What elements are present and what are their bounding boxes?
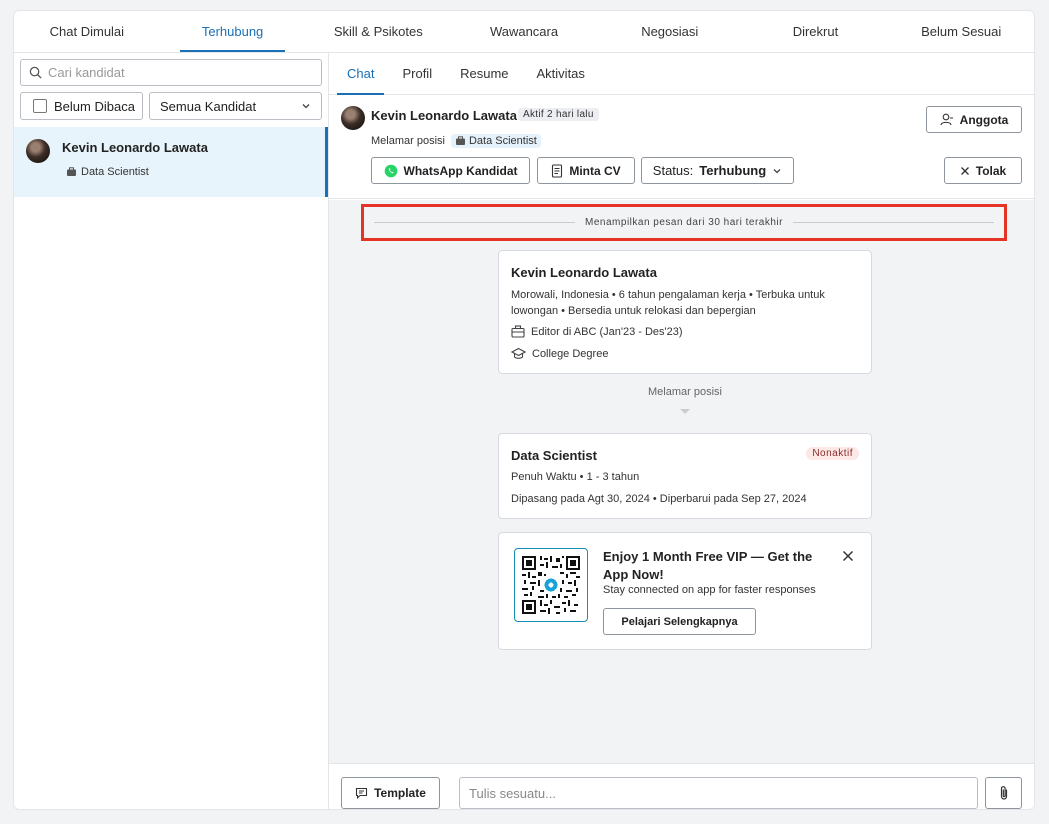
attach-button[interactable]: [985, 777, 1022, 809]
briefcase-icon: [67, 167, 76, 176]
graduation-cap-icon: [511, 347, 526, 359]
filter-row: Belum Dibaca Semua Kandidat: [20, 92, 322, 120]
briefcase-icon: [455, 136, 465, 145]
search-icon: [29, 66, 42, 79]
activity-status-badge: Aktif 2 hari lalu: [518, 108, 599, 121]
whatsapp-icon: [384, 164, 397, 177]
qr-code-icon: [522, 556, 580, 614]
candidate-header: Kevin Leonardo Lawata Aktif 2 hari lalu …: [329, 95, 1034, 199]
conversation-tabs: Chat Profil Resume Aktivitas: [329, 53, 1034, 95]
tab-resume[interactable]: Resume: [446, 53, 522, 95]
paperclip-icon: [1000, 786, 1007, 800]
chevron-down-icon: [302, 104, 310, 109]
request-cv-button[interactable]: Minta CV: [537, 157, 635, 184]
history-notice-text: Menampilkan pesan dari 30 hari terakhir: [585, 217, 783, 228]
close-icon[interactable]: [841, 549, 855, 563]
job-card[interactable]: Data Scientist Nonaktif Penuh Waktu • 1 …: [498, 433, 872, 519]
candidate-filter-value: Semua Kandidat: [160, 98, 257, 114]
message-template-icon: [356, 787, 368, 799]
job-meta: Penuh Waktu • 1 - 3 tahun: [511, 471, 640, 483]
search-input[interactable]: [48, 65, 308, 80]
stage-tabs: Chat Dimulai Terhubung Skill & Psikotes …: [14, 11, 1034, 53]
candidate-sidebar: Belum Dibaca Semua Kandidat Kevin Leonar…: [14, 53, 329, 809]
arrow-down-icon: [680, 409, 690, 414]
template-button[interactable]: Template: [341, 777, 440, 809]
divider-line: [374, 222, 576, 223]
education-row: College Degree: [511, 347, 608, 360]
applied-label: Melamar posisi: [371, 135, 445, 147]
promo-subtitle: Stay connected on app for faster respons…: [603, 584, 816, 596]
tab-chat-dimulai[interactable]: Chat Dimulai: [14, 11, 160, 52]
divider-line: [792, 222, 994, 223]
header-candidate-name: Kevin Leonardo Lawata: [371, 108, 517, 123]
history-notice: Menampilkan pesan dari 30 hari terakhir: [361, 204, 1007, 241]
unread-filter-label: Belum Dibaca: [54, 98, 135, 114]
user-icon: [940, 113, 953, 126]
candidate-job: Data Scientist: [66, 166, 149, 178]
close-icon: [960, 166, 969, 175]
whatsapp-button-label: WhatsApp Kandidat: [403, 163, 518, 178]
message-input[interactable]: [459, 777, 978, 809]
avatar: [26, 139, 50, 163]
reject-button[interactable]: Tolak: [944, 157, 1022, 184]
promo-title: Enjoy 1 Month Free VIP — Get the App Now…: [603, 549, 813, 582]
candidate-name: Kevin Leonardo Lawata: [62, 140, 208, 155]
candidate-list-item[interactable]: Kevin Leonardo Lawata Data Scientist: [14, 127, 328, 197]
applied-job-tag: Data Scientist: [450, 134, 541, 148]
education-text: College Degree: [532, 347, 609, 360]
document-icon: [552, 163, 563, 178]
briefcase-icon: [511, 325, 525, 338]
chevron-down-icon: [773, 168, 781, 173]
tab-aktivitas[interactable]: Aktivitas: [523, 53, 599, 95]
tab-profil[interactable]: Profil: [388, 53, 446, 95]
message-composer: Template: [329, 763, 1034, 809]
profile-card-summary: Morowali, Indonesia • 6 tahun pengalaman…: [511, 289, 825, 317]
chat-area[interactable]: Menampilkan pesan dari 30 hari terakhir …: [329, 200, 1034, 763]
qr-code: [514, 548, 588, 622]
conversation-panel: Chat Profil Resume Aktivitas Kevin Leona…: [329, 53, 1034, 809]
app-promo-card: Enjoy 1 Month Free VIP — Get the App Now…: [498, 532, 872, 650]
applied-position: Melamar posisi Data Scientist: [371, 134, 541, 148]
unread-filter-toggle[interactable]: Belum Dibaca: [20, 92, 143, 120]
tab-chat[interactable]: Chat: [333, 53, 388, 95]
members-button[interactable]: Anggota: [926, 106, 1022, 133]
whatsapp-button[interactable]: WhatsApp Kandidat: [371, 157, 530, 184]
avatar: [341, 106, 365, 130]
search-box[interactable]: [20, 59, 322, 86]
status-value: Terhubung: [699, 163, 767, 178]
tab-skill-psikotes[interactable]: Skill & Psikotes: [305, 11, 451, 52]
job-dates: Dipasang pada Agt 30, 2024 • Diperbarui …: [511, 493, 807, 505]
job-title: Data Scientist: [511, 448, 597, 463]
template-button-label: Template: [374, 786, 426, 800]
members-button-label: Anggota: [959, 112, 1009, 127]
experience-text: Editor di ABC (Jan'23 - Des'23): [531, 325, 683, 338]
experience-row: Editor di ABC (Jan'23 - Des'23): [511, 325, 683, 338]
candidate-filter-select[interactable]: Semua Kandidat: [149, 92, 322, 120]
tab-direkrut[interactable]: Direkrut: [743, 11, 889, 52]
candidate-profile-card[interactable]: Kevin Leonardo Lawata Morowali, Indonesi…: [498, 250, 872, 374]
candidate-job-label: Data Scientist: [81, 166, 149, 178]
tab-wawancara[interactable]: Wawancara: [451, 11, 597, 52]
applied-position-label: Melamar posisi: [648, 386, 722, 398]
request-cv-button-label: Minta CV: [569, 163, 621, 178]
unread-checkbox[interactable]: [33, 99, 47, 113]
status-badge: Nonaktif: [806, 447, 859, 460]
applied-job-label: Data Scientist: [468, 135, 537, 147]
profile-card-name: Kevin Leonardo Lawata: [511, 265, 657, 280]
tab-negosiasi[interactable]: Negosiasi: [597, 11, 743, 52]
status-dropdown[interactable]: Status: Terhubung: [641, 157, 794, 184]
status-label: Status:: [652, 163, 694, 178]
learn-more-button[interactable]: Pelajari Selengkapnya: [603, 608, 756, 635]
tab-belum-sesuai[interactable]: Belum Sesuai: [888, 11, 1034, 52]
reject-button-label: Tolak: [975, 163, 1007, 178]
app-window: Chat Dimulai Terhubung Skill & Psikotes …: [13, 10, 1035, 810]
tab-terhubung[interactable]: Terhubung: [160, 11, 306, 52]
